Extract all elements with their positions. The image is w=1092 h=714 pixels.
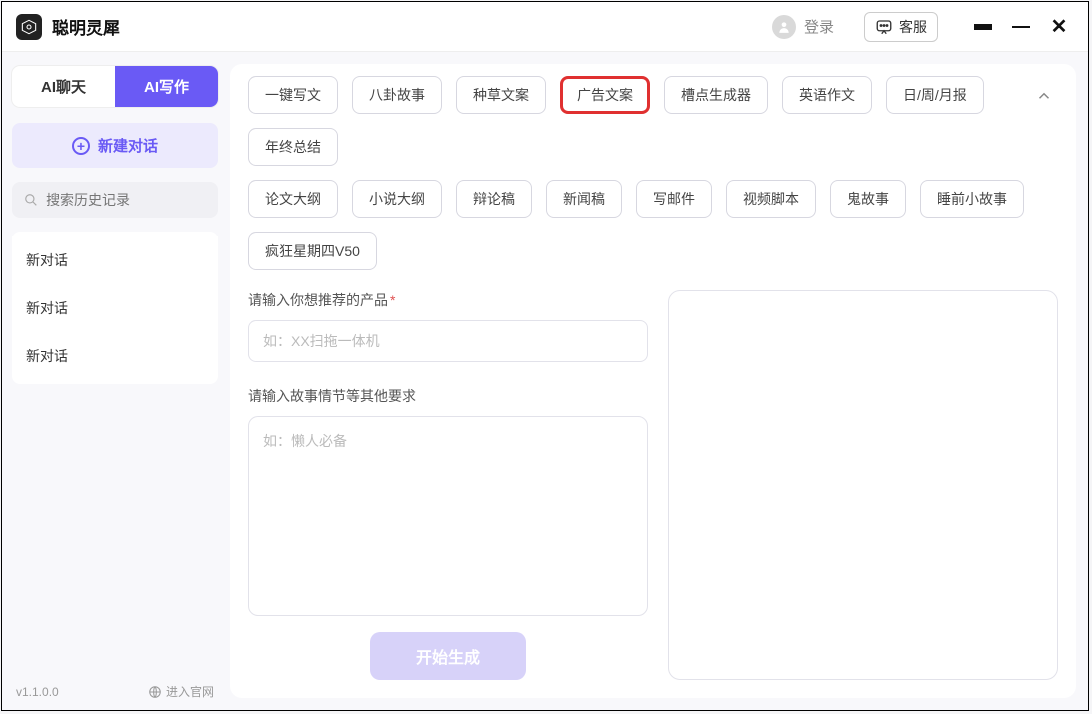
template-chip[interactable]: 八卦故事 bbox=[352, 76, 442, 114]
other-label: 请输入故事情节等其他要求 bbox=[248, 386, 648, 406]
body: AI聊天 AI写作 + 新建对话 新对话 新对话 新对话 v1.1.0.0 进入 bbox=[2, 52, 1088, 710]
template-chip[interactable]: 鬼故事 bbox=[830, 180, 906, 218]
search-input[interactable] bbox=[46, 192, 206, 208]
product-input[interactable] bbox=[248, 320, 648, 362]
plus-icon: + bbox=[72, 137, 90, 155]
tab-ai-write[interactable]: AI写作 bbox=[115, 66, 218, 107]
template-chip[interactable]: 小说大纲 bbox=[352, 180, 442, 218]
sidebar: AI聊天 AI写作 + 新建对话 新对话 新对话 新对话 v1.1.0.0 进入 bbox=[2, 52, 228, 710]
app-logo bbox=[16, 14, 42, 40]
template-chip[interactable]: 辩论稿 bbox=[456, 180, 532, 218]
template-chip[interactable]: 广告文案 bbox=[560, 76, 650, 114]
template-chip[interactable]: 英语作文 bbox=[782, 76, 872, 114]
template-chip[interactable]: 疯狂星期四V50 bbox=[248, 232, 377, 270]
template-chip[interactable]: 论文大纲 bbox=[248, 180, 338, 218]
chevron-up-icon[interactable] bbox=[1030, 82, 1058, 110]
template-chip[interactable]: 一键写文 bbox=[248, 76, 338, 114]
menu-icon[interactable] bbox=[972, 16, 994, 38]
form-left: 请输入你想推荐的产品* 请输入故事情节等其他要求 开始生成 bbox=[248, 290, 648, 680]
template-chip[interactable]: 新闻稿 bbox=[546, 180, 622, 218]
template-chip[interactable]: 视频脚本 bbox=[726, 180, 816, 218]
template-chip[interactable]: 睡前小故事 bbox=[920, 180, 1024, 218]
template-chip[interactable]: 年终总结 bbox=[248, 128, 338, 166]
search-box[interactable] bbox=[12, 182, 218, 218]
template-chips: 一键写文八卦故事种草文案广告文案槽点生成器英语作文日/周/月报年终总结 论文大纲… bbox=[248, 76, 1058, 284]
product-label: 请输入你想推荐的产品* bbox=[248, 290, 648, 310]
app-title: 聪明灵犀 bbox=[52, 14, 120, 39]
login-label: 登录 bbox=[804, 16, 834, 37]
mode-tabs: AI聊天 AI写作 bbox=[12, 66, 218, 107]
official-site-link[interactable]: 进入官网 bbox=[148, 683, 214, 700]
template-chip[interactable]: 种草文案 bbox=[456, 76, 546, 114]
sidebar-footer: v1.1.0.0 进入官网 bbox=[12, 677, 218, 702]
avatar-icon bbox=[772, 15, 796, 39]
minimize-icon[interactable] bbox=[1010, 16, 1032, 38]
output-panel bbox=[668, 290, 1058, 680]
history-item[interactable]: 新对话 bbox=[12, 332, 218, 380]
generate-button[interactable]: 开始生成 bbox=[370, 632, 526, 680]
template-chip[interactable]: 写邮件 bbox=[636, 180, 712, 218]
app-window: 聪明灵犀 登录 客服 ✕ AI聊天 AI写作 bbox=[1, 1, 1089, 711]
form-area: 请输入你想推荐的产品* 请输入故事情节等其他要求 开始生成 bbox=[248, 290, 1058, 680]
history-item[interactable]: 新对话 bbox=[12, 236, 218, 284]
login-button[interactable]: 登录 bbox=[772, 15, 834, 39]
other-textarea[interactable] bbox=[248, 416, 648, 616]
tab-ai-chat[interactable]: AI聊天 bbox=[12, 66, 115, 107]
template-chip[interactable]: 日/周/月报 bbox=[886, 76, 984, 114]
history-item[interactable]: 新对话 bbox=[12, 284, 218, 332]
cs-label: 客服 bbox=[899, 17, 927, 37]
customer-service-button[interactable]: 客服 bbox=[864, 12, 938, 42]
chip-row: 一键写文八卦故事种草文案广告文案槽点生成器英语作文日/周/月报年终总结 bbox=[248, 76, 1058, 166]
titlebar: 聪明灵犀 登录 客服 ✕ bbox=[2, 2, 1088, 52]
chip-row: 论文大纲小说大纲辩论稿新闻稿写邮件视频脚本鬼故事睡前小故事疯狂星期四V50 bbox=[248, 180, 1058, 270]
history-list: 新对话 新对话 新对话 bbox=[12, 232, 218, 384]
new-chat-button[interactable]: + 新建对话 bbox=[12, 123, 218, 168]
search-icon bbox=[24, 192, 38, 208]
version-label: v1.1.0.0 bbox=[16, 685, 59, 699]
template-chip[interactable]: 槽点生成器 bbox=[664, 76, 768, 114]
new-chat-label: 新建对话 bbox=[98, 135, 158, 156]
main-panel: 一键写文八卦故事种草文案广告文案槽点生成器英语作文日/周/月报年终总结 论文大纲… bbox=[230, 64, 1076, 698]
official-label: 进入官网 bbox=[166, 683, 214, 700]
close-icon[interactable]: ✕ bbox=[1048, 16, 1070, 38]
